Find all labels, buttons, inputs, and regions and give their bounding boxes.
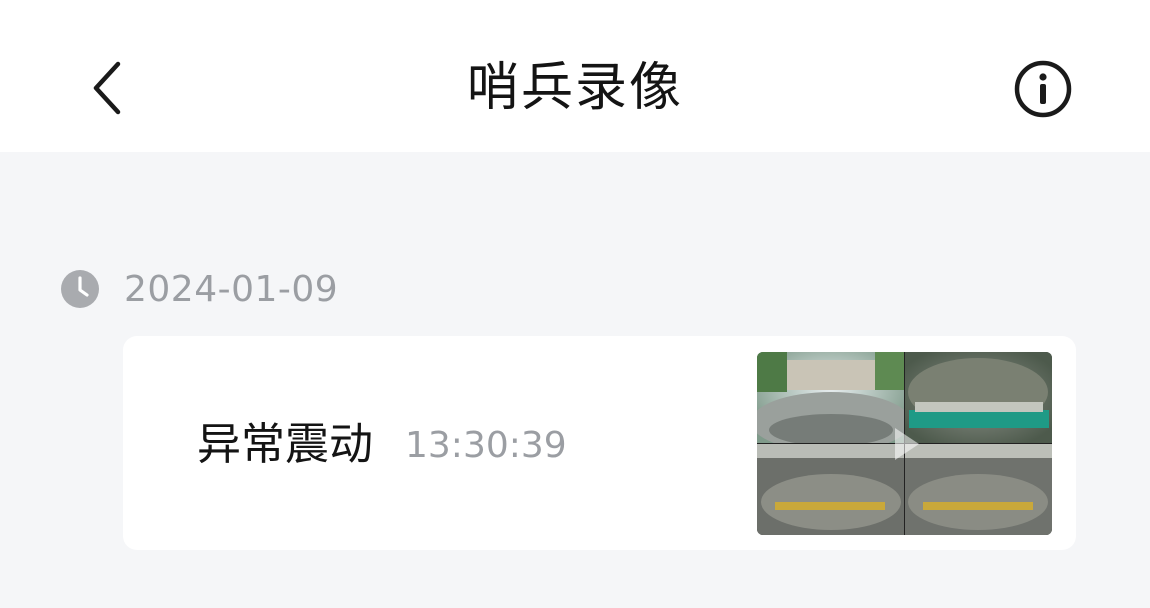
record-date: 2024-01-09 (124, 268, 339, 310)
top-bar: 哨兵录像 (0, 0, 1150, 152)
video-thumbnail[interactable] (757, 352, 1052, 535)
record-card[interactable]: 异常震动 13:30:39 (123, 336, 1076, 550)
info-circle-icon (1014, 60, 1072, 118)
page-title: 哨兵录像 (466, 58, 683, 118)
date-group-header: 2024-01-09 (60, 266, 338, 312)
event-time: 13:30:39 (405, 425, 567, 466)
event-title: 异常震动 (197, 419, 373, 470)
info-button[interactable] (1012, 58, 1074, 120)
clock-icon (61, 270, 99, 308)
